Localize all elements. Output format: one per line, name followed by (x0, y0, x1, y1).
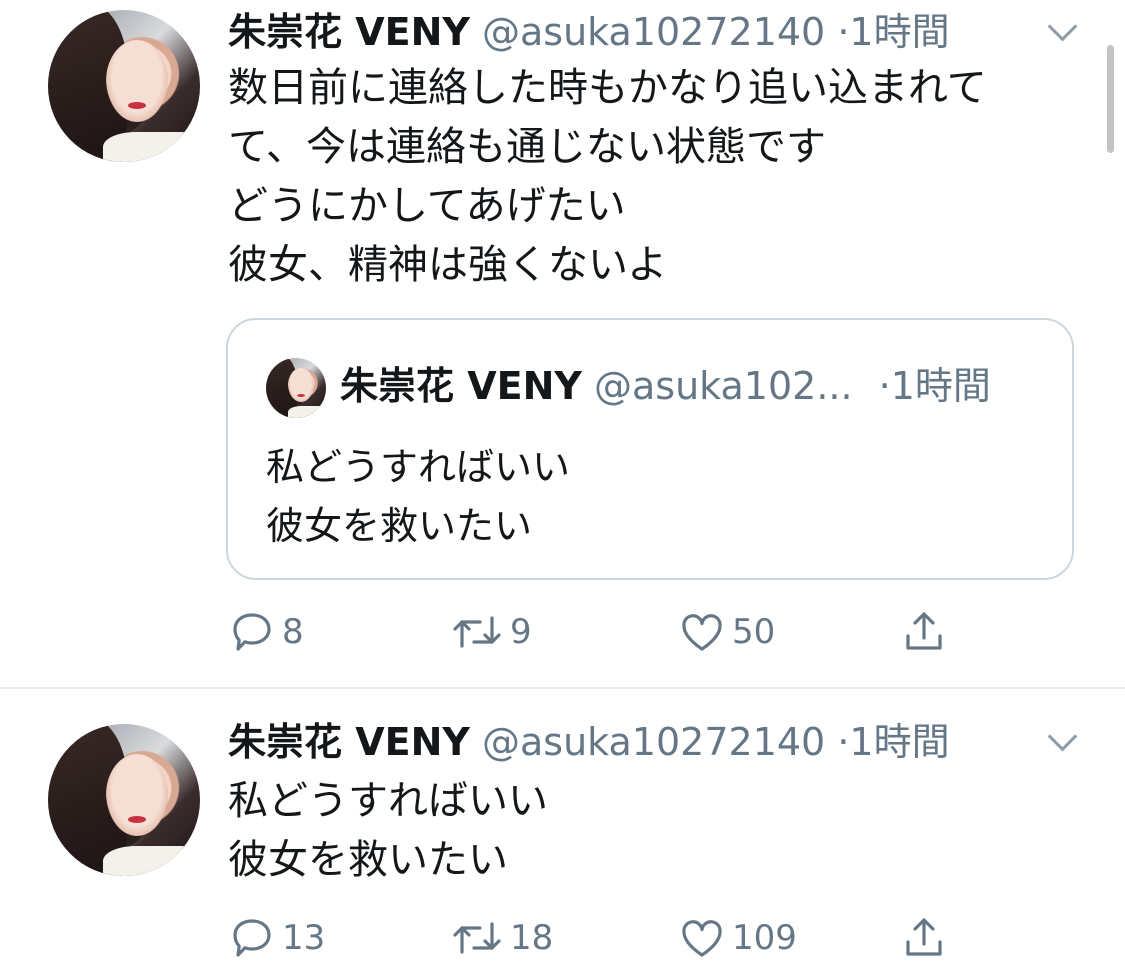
display-name[interactable]: 朱崇花 VENY (228, 720, 470, 764)
like-button[interactable]: 109 (678, 913, 797, 963)
tweet-text-line: どうにかしてあげたい (228, 183, 626, 229)
tweet-text-line: 彼女を救いたい (228, 837, 508, 883)
scrollbar[interactable] (1107, 45, 1114, 153)
quoted-text-line: 私どうすればいい (266, 445, 571, 489)
quoted-display-name: 朱崇花 VENY (340, 364, 582, 408)
timestamp[interactable]: 1時間 (849, 10, 949, 54)
user-handle[interactable]: @asuka10272140 (482, 720, 825, 764)
retweet-button[interactable]: 9 (450, 607, 532, 657)
reply-button[interactable]: 8 (228, 607, 304, 657)
tweet[interactable]: 朱崇花 VENY @asuka10272140 ·1時間 数日前に連絡した時もか… (0, 0, 1125, 687)
quoted-tweet-header: 朱崇花 VENY @asuka102... ·1時間 (340, 364, 991, 408)
tweet-text-line: て、今は連絡も通じない状態です (228, 124, 826, 170)
tweet[interactable]: 朱崇花 VENY @asuka10272140 ·1時間 私どうすればいい 彼女… (0, 689, 1125, 980)
retweet-count: 18 (510, 918, 554, 958)
like-button[interactable]: 50 (678, 607, 775, 657)
tweet-text: 私どうすればいい 彼女を救いたい (228, 772, 548, 890)
separator-dot: · (837, 720, 850, 764)
quoted-text-line: 彼女を救いたい (266, 504, 533, 548)
tweet-text-line: 私どうすればいい (228, 778, 548, 824)
quoted-user-handle: @asuka102... (594, 364, 853, 408)
tweet-text: 数日前に連絡した時もかなり追い込まれて て、今は連絡も通じない状態です どうにか… (228, 59, 987, 295)
quoted-timestamp: ·1時間 (878, 364, 991, 408)
reply-count: 13 (282, 918, 326, 958)
share-icon (906, 918, 942, 956)
avatar[interactable] (48, 724, 200, 876)
chevron-down-icon[interactable] (1047, 11, 1078, 42)
separator-dot: · (837, 10, 850, 54)
tweet-text-line: 彼女、精神は強くないよ (228, 242, 668, 288)
share-icon (906, 612, 942, 650)
reply-icon (233, 613, 271, 651)
reply-icon (233, 919, 271, 957)
share-button[interactable] (900, 607, 948, 657)
avatar[interactable] (48, 10, 200, 162)
share-button[interactable] (900, 913, 948, 963)
chevron-down-icon[interactable] (1047, 721, 1078, 752)
tweet-text-line: 数日前に連絡した時もかなり追い込まれて (228, 65, 987, 111)
timestamp[interactable]: 1時間 (849, 720, 949, 764)
quoted-avatar (266, 358, 326, 418)
retweet-icon (453, 616, 501, 648)
heart-icon (682, 614, 722, 651)
display-name[interactable]: 朱崇花 VENY (228, 10, 470, 54)
user-handle[interactable]: @asuka10272140 (482, 10, 825, 54)
reply-count: 8 (282, 612, 304, 652)
retweet-icon (453, 922, 501, 954)
quoted-tweet[interactable]: 朱崇花 VENY @asuka102... ·1時間 私どうすればいい 彼女を救… (226, 318, 1074, 580)
tweet-header: 朱崇花 VENY @asuka10272140 ·1時間 (228, 720, 950, 764)
retweet-button[interactable]: 18 (450, 913, 553, 963)
retweet-count: 9 (510, 612, 532, 652)
like-count: 50 (732, 612, 776, 652)
quoted-tweet-text: 私どうすればいい 彼女を救いたい (266, 438, 570, 556)
tweet-header: 朱崇花 VENY @asuka10272140 ·1時間 (228, 10, 950, 54)
heart-icon (682, 920, 722, 957)
like-count: 109 (732, 918, 797, 958)
reply-button[interactable]: 13 (228, 913, 325, 963)
